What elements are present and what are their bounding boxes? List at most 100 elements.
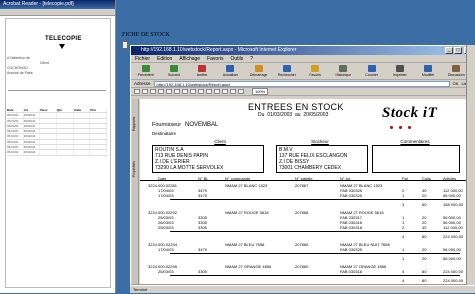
menu-item[interactable]: Favoris <box>207 56 223 62</box>
ie-title-text: http://192.168.1.10/webstock/Report.aspx… <box>141 47 297 53</box>
toolbar-button[interactable]: Favoris <box>305 65 326 77</box>
fax-cell: 3003042 <box>24 145 41 150</box>
maximize-icon[interactable]: □ <box>454 47 462 54</box>
toolbar-button[interactable]: Discussion <box>446 65 467 77</box>
table-cell: 224 000,00 <box>443 278 464 283</box>
report-tool-button[interactable] <box>198 89 204 94</box>
fax-cell <box>40 145 58 150</box>
fax-cell: 3003042 <box>24 129 41 134</box>
menu-item[interactable]: Fichier <box>135 56 150 62</box>
fax-line-2: Avenue de Paris <box>7 71 33 75</box>
fax-cell <box>90 139 108 145</box>
minimize-icon[interactable]: _ <box>445 47 453 54</box>
toolbar-label: Courrier <box>365 73 378 77</box>
table-cell: 80 <box>422 269 427 274</box>
fax-cell <box>57 113 74 118</box>
fax-cell <box>90 129 108 134</box>
column-header: N° BL <box>198 176 209 181</box>
toolbar-button[interactable]: Suivant <box>163 65 184 77</box>
toolbar-button[interactable]: Arrêter <box>192 65 213 77</box>
table-cell: 1 <box>402 247 405 252</box>
toolbar-icon <box>339 65 348 72</box>
toolbar-button[interactable]: Courrier <box>361 65 382 77</box>
report-tool-button[interactable] <box>134 89 140 94</box>
address-input[interactable]: http://192.168.1.10/webstock/Report.aspx <box>153 80 450 87</box>
fax-cell <box>74 113 91 118</box>
client-heading: Client <box>214 139 226 144</box>
acrobat-titlebar: Acrobat Reader - [telecopie.pdf] <box>0 0 115 9</box>
report-tool-button[interactable] <box>158 89 164 94</box>
toolbar-button[interactable]: Précédent <box>135 65 156 77</box>
fax-cell: 05/04/01 <box>7 134 24 139</box>
toolbar-button[interactable]: Démarrage <box>248 65 269 77</box>
toolbar-label: Rechercher <box>277 73 296 77</box>
fax-cell: 3003042 <box>24 139 41 145</box>
table-cell: 17/04/03 <box>158 247 174 252</box>
fax-cell <box>40 139 58 145</box>
table-cell: FAB 030318 <box>340 225 363 230</box>
fax-cell <box>74 134 91 139</box>
toolbar-icon <box>395 65 404 72</box>
fax-cell: 05/04/01 <box>7 118 24 123</box>
toolbar-button[interactable]: Modifier <box>418 65 439 77</box>
fax-line-1: COCHONOU <box>7 66 28 70</box>
client-box: ROUTIN S.A 713 RUE DENIS PAPIN Z.I DE L'… <box>152 145 264 173</box>
table-row: 17/04/03 3479 FAB 030325 1 20 56 000,00 <box>140 193 467 198</box>
report-tool-button[interactable] <box>166 89 172 94</box>
menu-item[interactable]: Affichage <box>179 56 200 62</box>
table-cell: 20 <box>422 193 427 198</box>
taskbar: Terminé <box>130 285 475 293</box>
report-toolbar: 100% <box>131 88 474 96</box>
table-row: 17/04/03 3479 FAB 030325 1 20 56 000,00 <box>140 247 467 252</box>
fax-table: Date Art Desc Qte Unite Prix 05/04/01 3003042 0… <box>7 108 108 156</box>
toolbar-label: Arrêter <box>196 73 208 77</box>
toolbar-button[interactable]: Rechercher <box>276 65 297 77</box>
tab-rapports[interactable]: Rapports <box>132 104 139 144</box>
report-tool-button[interactable] <box>174 89 180 94</box>
fax-cell: 3003042 <box>24 150 41 155</box>
group-separator <box>170 275 460 276</box>
report-tool-button[interactable] <box>190 89 196 94</box>
group-total-row: 4 80 224 000,00 <box>140 278 467 283</box>
zoom-select[interactable]: 100% <box>252 88 269 95</box>
fax-cell <box>90 113 108 118</box>
menu-item[interactable]: Edition <box>157 56 172 62</box>
fax-cell <box>90 123 108 129</box>
date-to: 20/05/2003 <box>303 112 329 118</box>
toolbar-button[interactable]: Actualiser <box>220 65 241 77</box>
report-tool-button[interactable] <box>206 89 212 94</box>
menu-item[interactable]: Outils <box>230 56 243 62</box>
report-tool-button[interactable] <box>222 89 228 94</box>
menu-item[interactable]: ? <box>250 56 253 62</box>
report-tool-button[interactable] <box>182 89 188 94</box>
go-button[interactable]: OK <box>453 81 459 86</box>
toolbar-label: Démarrage <box>249 73 268 77</box>
report-tool-button[interactable] <box>238 89 244 94</box>
document-icon[interactable] <box>122 41 128 49</box>
table-cell: 1 <box>402 193 405 198</box>
toolbar-button[interactable]: Historique <box>333 65 354 77</box>
report-tool-button[interactable] <box>150 89 156 94</box>
report-tool-button[interactable] <box>142 89 148 94</box>
stockeur-box: B.M.V 137 RUE FELIX ESCLANGON Z.I DE BIS… <box>276 145 368 173</box>
column-header: Date <box>158 176 167 181</box>
toolbar-icon <box>367 65 376 72</box>
table-cell: 80 <box>422 234 427 239</box>
client-line: 73290 LA MOTTE SERVOLEX <box>155 165 224 171</box>
table-cell: 40 <box>422 225 427 230</box>
ie-toolbar: Précédent Suivant Arrêter Actualiser Démarra… <box>131 63 474 80</box>
table-cell: 56 000,00 <box>443 193 461 198</box>
table-cell: 3305 <box>198 269 207 274</box>
report-tool-button[interactable] <box>230 89 236 94</box>
report-tool-button[interactable] <box>214 89 220 94</box>
toolbar-label: Discussion <box>447 73 465 77</box>
ie-window: http://192.168.1.10/webstock/Report.aspx… <box>130 45 475 293</box>
fax-col-head: Desc <box>40 108 58 113</box>
toolbar-icon <box>452 65 461 72</box>
table-cell: 80 <box>422 278 427 283</box>
fax-cell <box>57 118 74 123</box>
tab-proprietes[interactable]: Propriétés <box>132 149 139 189</box>
fax-cell <box>57 150 74 155</box>
report-table-header: Date N° BL N° commande N° palette N° lot Pal C… <box>140 176 467 181</box>
toolbar-button[interactable]: Imprimer <box>389 65 410 77</box>
